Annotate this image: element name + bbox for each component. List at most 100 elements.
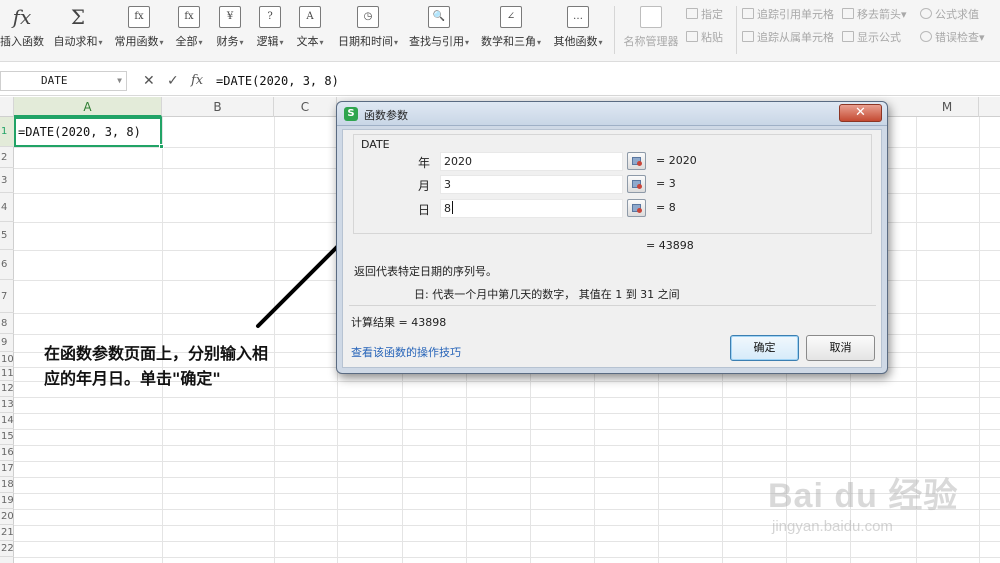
common-functions-button[interactable]: fx 常用函数▾: [112, 0, 166, 60]
all-functions-label: 全部: [175, 35, 198, 48]
text-label: 文本: [296, 35, 319, 48]
text-button[interactable]: A 文本▾: [292, 0, 328, 60]
column-header[interactable]: B: [162, 97, 274, 117]
insert-function-button[interactable]: fx 插入函数: [0, 0, 44, 60]
row-header[interactable]: 3: [0, 168, 14, 193]
chevron-down-icon: ▾: [279, 38, 284, 47]
name-manager-icon: [640, 6, 662, 28]
paste-icon: [686, 31, 698, 42]
all-functions-button[interactable]: fx 全部▾: [172, 0, 206, 60]
fx-icon[interactable]: fx: [191, 71, 203, 91]
financial-button[interactable]: ¥ 财务▾: [212, 0, 248, 60]
function-icon: fx: [128, 6, 150, 28]
autosum-button[interactable]: Σ 自动求和▾: [50, 0, 106, 60]
other-functions-button[interactable]: … 其他函数▾: [550, 0, 606, 60]
math-trig-label: 数学和三角: [480, 35, 536, 48]
range-select-button[interactable]: [627, 152, 646, 170]
spreadsheet-app: fx 插入函数 Σ 自动求和▾ fx 常用函数▾ fx 全部▾ ¥ 财务▾ ? …: [0, 0, 1000, 563]
range-select-button[interactable]: [627, 199, 646, 217]
row-header[interactable]: 16: [0, 445, 14, 461]
row-header[interactable]: 9: [0, 334, 14, 352]
math-trig-button[interactable]: ∠ 数学和三角▾: [478, 0, 544, 60]
chevron-down-icon: ▾: [598, 38, 603, 47]
row-header[interactable]: 15: [0, 429, 14, 445]
row-header[interactable]: 2: [0, 147, 14, 168]
row-header[interactable]: 20: [0, 509, 14, 525]
tutorial-annotation: 在函数参数页面上，分别输入相 应的年月日。单击"确定": [44, 341, 334, 391]
formula-input[interactable]: =DATE(2020, 3, 8): [216, 71, 1000, 91]
column-gridline: [274, 117, 275, 563]
day-input[interactable]: 8: [440, 199, 623, 218]
range-select-button[interactable]: [627, 175, 646, 193]
name-manager-button[interactable]: 名称管理器: [620, 0, 682, 60]
select-all-corner[interactable]: [0, 97, 14, 117]
row-header[interactable]: 10: [0, 352, 14, 367]
cancel-icon[interactable]: ✕: [143, 71, 155, 91]
error-check-icon: [920, 31, 932, 42]
argument-group: DATE 年 2020 = 2020 月 3 = 3 日 8 = 8: [353, 134, 872, 234]
chevron-down-icon: ▾: [159, 38, 164, 47]
row-header[interactable]: 17: [0, 461, 14, 477]
close-button[interactable]: ✕: [839, 104, 882, 122]
row-header[interactable]: 5: [0, 222, 14, 250]
specify-button[interactable]: 指定: [686, 7, 723, 23]
argument-label: 日: [418, 203, 431, 217]
row-header[interactable]: 21: [0, 525, 14, 541]
trace-dependents-icon: [742, 31, 754, 42]
row-header[interactable]: 12: [0, 381, 14, 397]
row-header[interactable]: 13: [0, 397, 14, 413]
help-link[interactable]: 查看该函数的操作技巧: [351, 344, 461, 360]
row-header[interactable]: 1: [0, 117, 14, 147]
paste-names-button[interactable]: 粘贴: [686, 30, 723, 46]
column-header[interactable]: A: [14, 97, 162, 117]
formula-eval-button[interactable]: 公式求值: [920, 7, 979, 23]
yen-icon: ¥: [219, 6, 241, 28]
date-time-button[interactable]: ◷ 日期和时间▾: [334, 0, 402, 60]
evaluate-icon: [920, 8, 932, 19]
row-header[interactable]: 19: [0, 493, 14, 509]
trace-precedents-button[interactable]: 追踪引用单元格: [742, 7, 834, 23]
row-header[interactable]: 18: [0, 477, 14, 493]
row-header[interactable]: 4: [0, 193, 14, 222]
cancel-button[interactable]: 取消: [806, 335, 875, 361]
trace-dependents-button[interactable]: 追踪从属单元格: [742, 30, 834, 46]
name-manager-label: 名称管理器: [623, 35, 679, 48]
confirm-icon[interactable]: ✓: [167, 71, 179, 91]
column-header[interactable]: M: [916, 97, 979, 117]
chevron-down-icon: ▾: [198, 38, 203, 47]
fill-handle[interactable]: [159, 144, 164, 149]
ribbon-divider: [614, 6, 615, 54]
chevron-down-icon: ▾: [901, 8, 907, 21]
row-header[interactable]: 7: [0, 280, 14, 313]
row-header[interactable]: 11: [0, 367, 14, 381]
sigma-icon: Σ: [70, 5, 86, 29]
row-header[interactable]: 8: [0, 313, 14, 334]
chevron-down-icon[interactable]: ▼: [117, 72, 122, 90]
name-box[interactable]: DATE ▼: [0, 71, 127, 91]
ok-button[interactable]: 确定: [730, 335, 799, 361]
show-formulas-button[interactable]: 显示公式: [842, 30, 901, 46]
month-input[interactable]: 3: [440, 175, 623, 194]
column-header[interactable]: C: [274, 97, 337, 117]
year-input[interactable]: 2020: [440, 152, 623, 171]
logical-button[interactable]: ? 逻辑▾: [252, 0, 288, 60]
parameter-description: 日: 代表一个月中第几天的数字， 其值在 1 到 31 之间: [414, 288, 680, 301]
fx-icon: fx: [12, 5, 32, 29]
remove-arrows-button[interactable]: 移去箭头▾: [842, 7, 907, 23]
row-header[interactable]: 14: [0, 413, 14, 429]
function-result: = 43898: [646, 239, 694, 252]
autosum-label: 自动求和: [53, 35, 98, 48]
cell-a1[interactable]: =DATE(2020, 3, 8): [14, 117, 164, 149]
row-header[interactable]: 6: [0, 250, 14, 280]
column-gridline: [162, 117, 163, 563]
trace-dependents-label: 追踪从属单元格: [757, 31, 834, 44]
math-icon: ∠: [500, 6, 522, 28]
error-check-button[interactable]: 错误检查▾: [920, 30, 985, 46]
lookup-reference-button[interactable]: 🔍 查找与引用▾: [406, 0, 472, 60]
dialog-title-bar[interactable]: S 函数参数 ✕: [337, 102, 887, 126]
argument-label: 月: [418, 179, 431, 193]
function-description: 返回代表特定日期的序列号。: [354, 265, 497, 278]
row-header[interactable]: 22: [0, 541, 14, 557]
logical-label: 逻辑: [256, 35, 279, 48]
specify-icon: [686, 8, 698, 19]
